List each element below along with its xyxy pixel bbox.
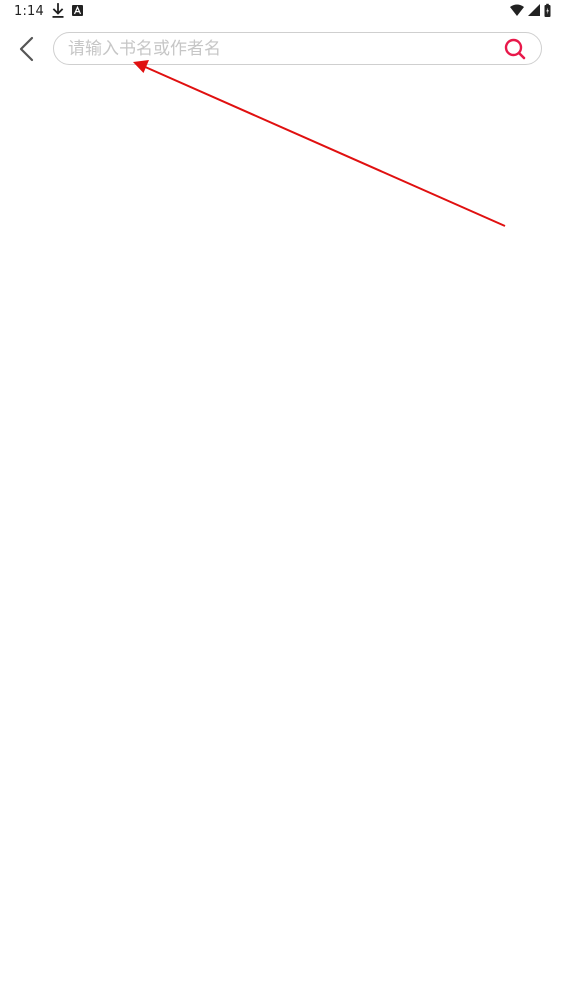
wifi-icon (510, 4, 524, 16)
search-button[interactable] (503, 37, 527, 61)
back-button[interactable] (10, 32, 44, 66)
a-notification-icon (72, 5, 83, 16)
status-bar: 1:14 (0, 0, 565, 24)
search-icon (504, 38, 526, 60)
search-screen: 1:14 (0, 0, 565, 1004)
battery-icon (544, 3, 551, 17)
status-right-icons (510, 3, 551, 17)
cell-signal-icon (528, 4, 540, 16)
search-input[interactable] (68, 33, 488, 64)
search-header (0, 24, 565, 74)
status-time: 1:14 (14, 4, 44, 19)
chevron-left-icon (19, 36, 34, 62)
annotation-arrow (133, 60, 506, 227)
search-box (53, 32, 542, 65)
download-icon (52, 3, 64, 18)
